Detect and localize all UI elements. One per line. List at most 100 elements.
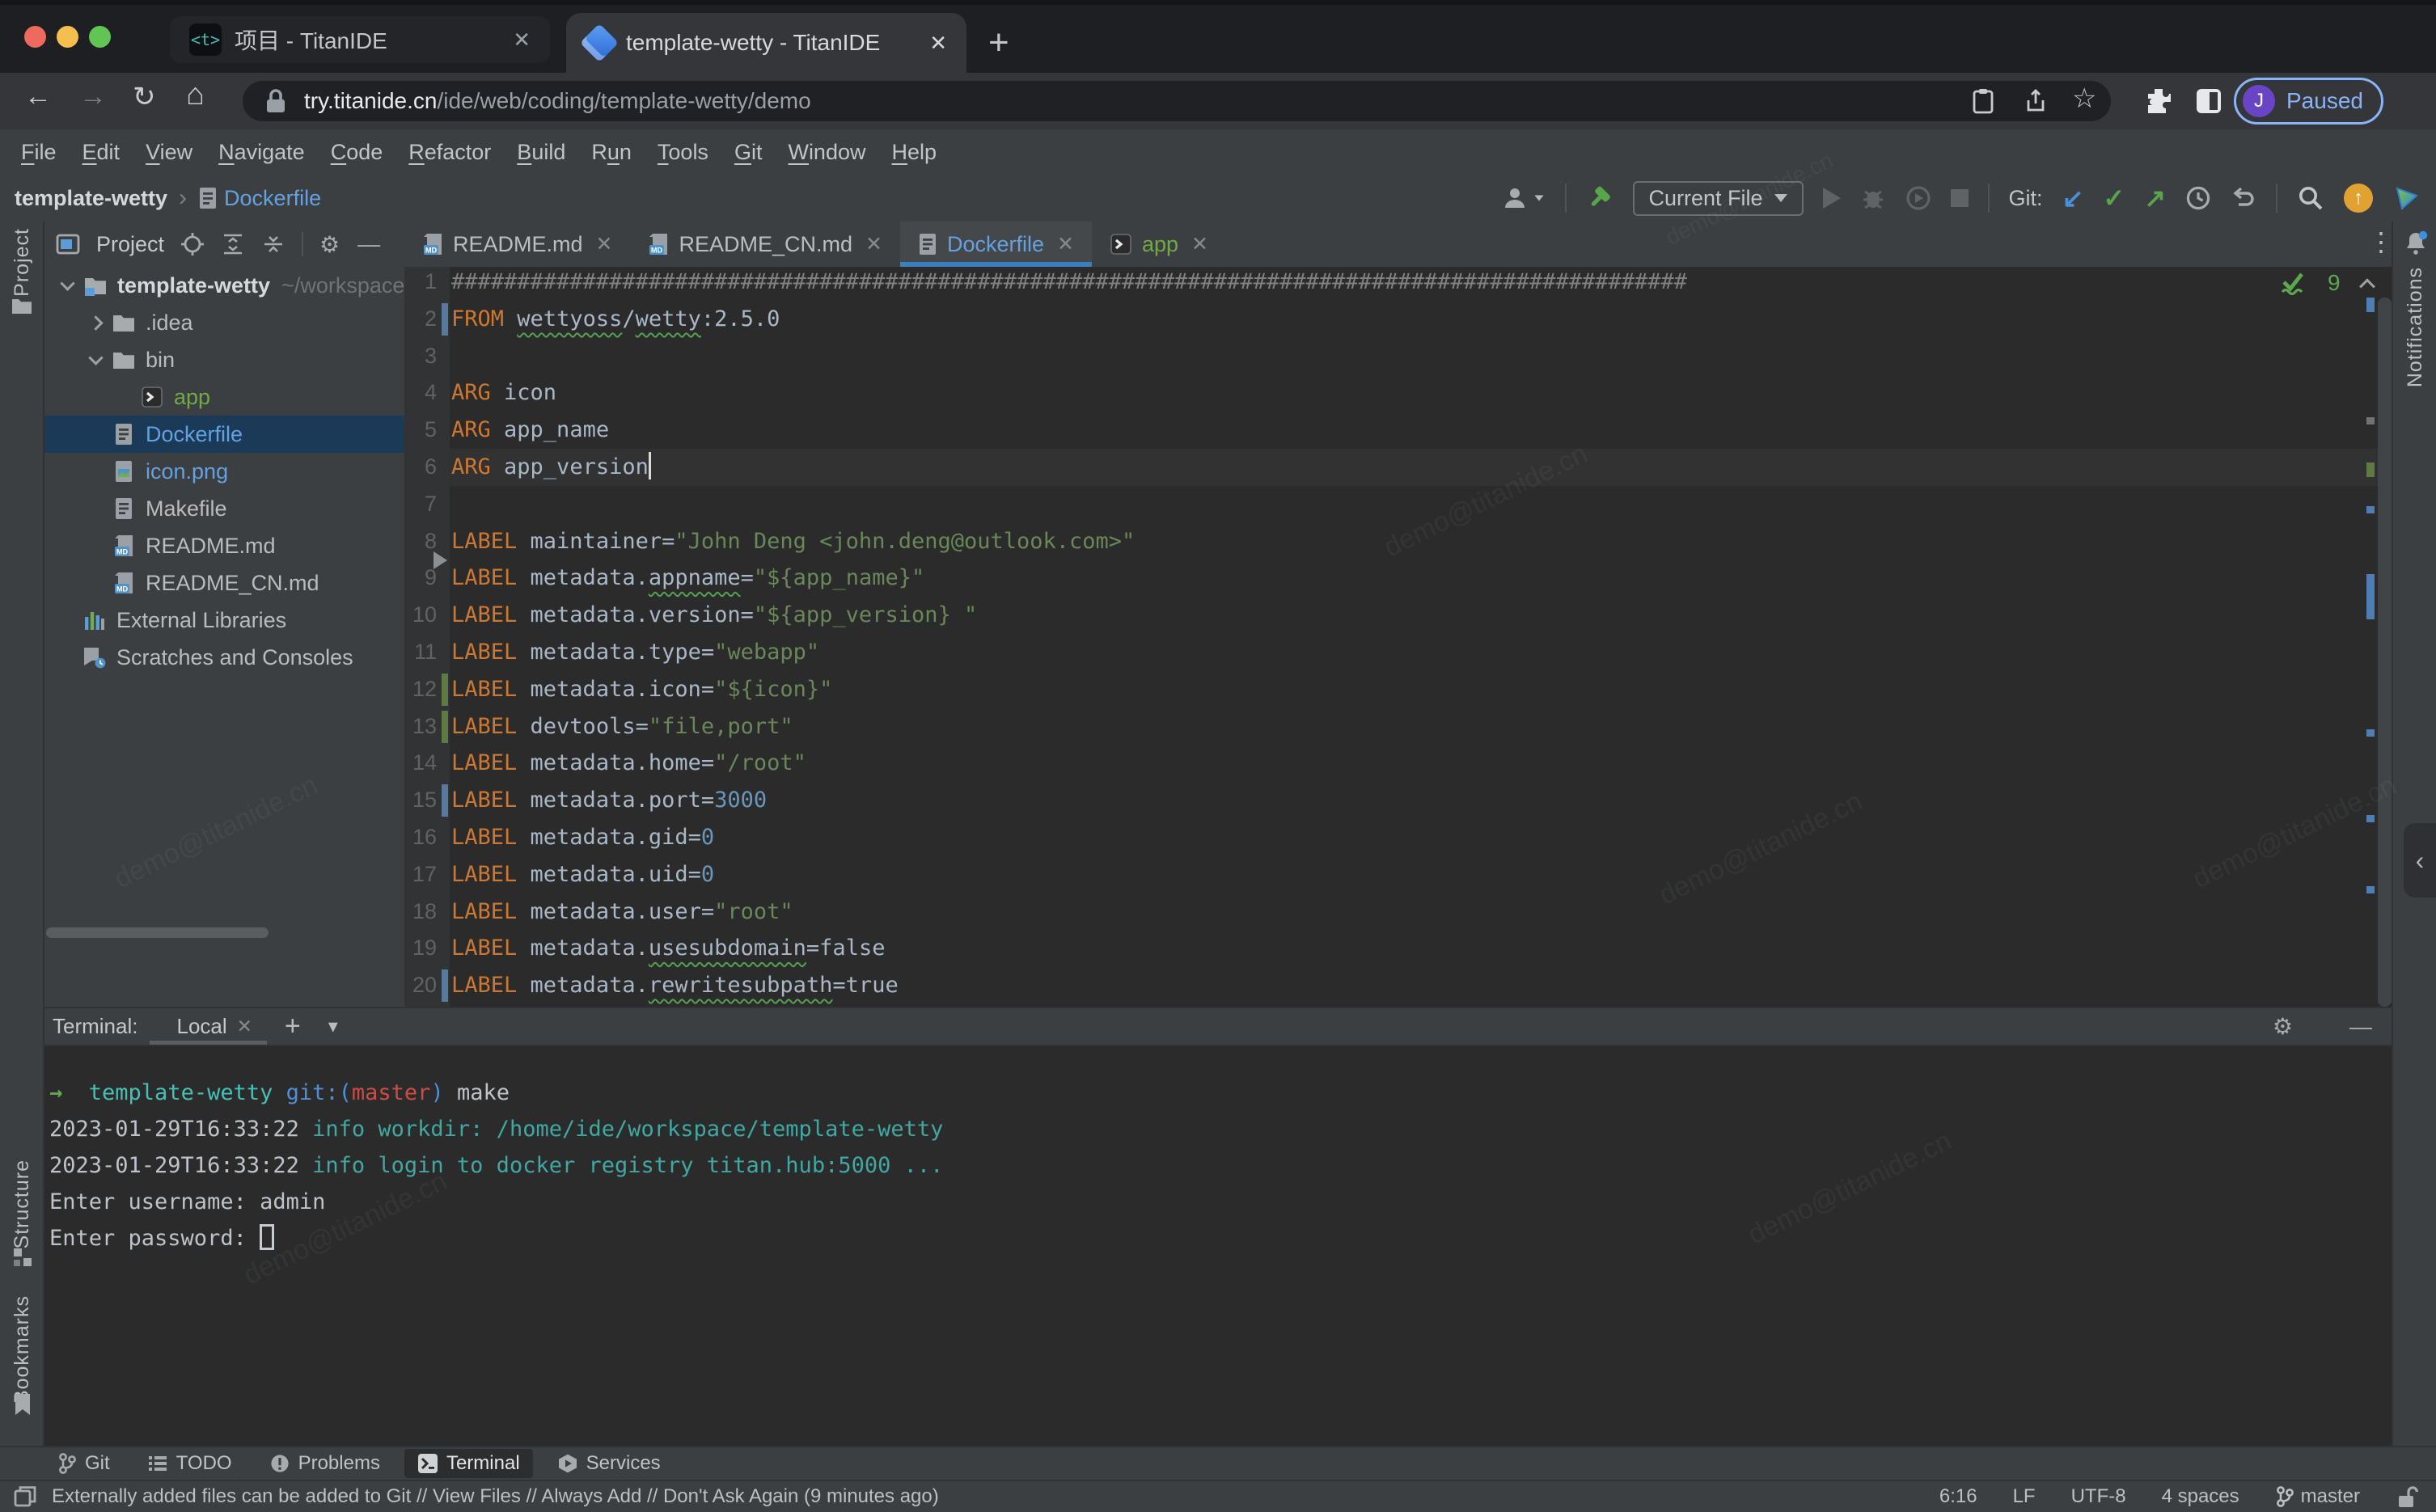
run-coverage-icon[interactable] [1905, 185, 1931, 211]
home-icon[interactable]: ⌂ [186, 78, 205, 112]
tree-item-readme-cn-md[interactable]: MDREADME_CN.md [44, 564, 404, 602]
browser-tab-project[interactable]: <t> 项目 - TitanIDE ✕ [170, 16, 550, 63]
menu-help[interactable]: Help [878, 140, 949, 165]
run-configuration-select[interactable]: Current File [1633, 181, 1804, 216]
minimize-window-button[interactable] [57, 26, 78, 48]
error-stripe-mark[interactable] [2366, 729, 2375, 737]
expand-all-icon[interactable] [221, 232, 245, 256]
code-editor[interactable]: 123456789101112131415161718192021 ######… [404, 267, 2392, 1007]
menu-window[interactable]: Window [775, 140, 878, 165]
address-bar[interactable]: try.titanide.cn/ide/web/coding/template-… [243, 81, 2111, 121]
close-tab-icon[interactable]: ✕ [929, 31, 947, 56]
tool-button-terminal[interactable]: Terminal [404, 1449, 533, 1478]
close-tab-icon[interactable]: ✕ [1191, 232, 1208, 256]
minimize-terminal-icon[interactable]: — [2349, 1014, 2372, 1040]
menu-code[interactable]: Code [318, 140, 396, 165]
close-tab-icon[interactable]: ✕ [513, 27, 531, 53]
editor-tab-app[interactable]: app✕ [1092, 222, 1226, 267]
editor-tabs-kebab-icon[interactable]: ⋮ [2368, 226, 2394, 257]
chevron-right-icon[interactable] [88, 315, 103, 330]
git-commit-icon[interactable]: ✓ [2103, 183, 2125, 213]
editor-scrollbar[interactable] [2378, 298, 2392, 1007]
error-stripe-mark[interactable] [2366, 462, 2375, 477]
unlock-icon[interactable] [2396, 1485, 2418, 1509]
close-tab-icon[interactable]: ✕ [865, 232, 882, 256]
terminal-tab-local[interactable]: Local [176, 1014, 226, 1039]
debug-bug-icon[interactable] [1860, 185, 1886, 211]
menu-build[interactable]: Build [504, 140, 578, 165]
error-stripe-mark[interactable] [2366, 886, 2375, 893]
tool-tab-bookmarks[interactable]: Bookmarks [11, 1295, 34, 1404]
clipboard-icon[interactable] [1969, 87, 1997, 115]
breadcrumb-project[interactable]: template-wetty [15, 186, 167, 211]
tool-button-todo[interactable]: TODO [134, 1449, 245, 1478]
tree-item-readme-md[interactable]: MDREADME.md [44, 527, 404, 564]
encoding[interactable]: UTF-8 [2071, 1485, 2126, 1508]
stop-icon[interactable] [1951, 189, 1969, 207]
search-everywhere-icon[interactable] [2297, 184, 2324, 212]
titanide-logo-icon[interactable] [2392, 184, 2421, 213]
hide-panel-icon[interactable]: — [357, 231, 380, 257]
close-tab-icon[interactable]: ✕ [596, 232, 613, 256]
tool-button-services[interactable]: Services [544, 1449, 674, 1478]
status-message[interactable]: Externally added files can be added to G… [52, 1485, 939, 1508]
error-stripe-mark[interactable] [2366, 815, 2375, 822]
gutter-run-triangle-icon[interactable] [433, 551, 447, 569]
tool-button-problems[interactable]: Problems [256, 1449, 393, 1478]
chevron-down-icon[interactable] [88, 350, 103, 365]
panel-settings-gear-icon[interactable]: ⚙ [319, 231, 340, 258]
tree-item--idea[interactable]: .idea [44, 304, 404, 341]
menu-tools[interactable]: Tools [645, 140, 721, 165]
collapse-panel-expander[interactable]: ‹ [2404, 823, 2436, 897]
git-update-icon[interactable]: ↙ [2062, 183, 2084, 213]
maximize-window-button[interactable] [89, 26, 111, 48]
tree-item-icon-png[interactable]: icon.png [44, 453, 404, 490]
chevron-down-icon[interactable] [60, 276, 74, 290]
tree-item-scratches-and-consoles[interactable]: Scratches and Consoles [44, 639, 404, 676]
new-terminal-session-icon[interactable]: + [285, 1011, 301, 1042]
back-icon[interactable]: ← [24, 81, 52, 112]
tree-item-template-wetty[interactable]: template-wetty~/workspace [44, 267, 404, 304]
git-push-icon[interactable]: ↗ [2144, 183, 2166, 213]
inspections-widget[interactable]: 9 [2279, 270, 2392, 296]
project-tree[interactable]: template-wetty~/workspace.ideabinappDock… [44, 267, 404, 962]
extensions-puzzle-icon[interactable] [2143, 86, 2174, 116]
browser-profile-chip[interactable]: J Paused [2234, 78, 2383, 125]
git-branch-widget[interactable]: master [2275, 1485, 2360, 1508]
editor-tab-readme-md[interactable]: MDREADME.md✕ [404, 222, 630, 267]
close-tab-icon[interactable]: ✕ [1057, 232, 1074, 256]
close-terminal-tab-icon[interactable]: ✕ [237, 1016, 252, 1037]
tree-item-external-libraries[interactable]: External Libraries [44, 602, 404, 639]
bookmark-star-icon[interactable]: ☆ [2072, 82, 2096, 115]
editor-tab-dockerfile[interactable]: Dockerfile✕ [900, 222, 1092, 267]
side-panel-icon[interactable] [2193, 86, 2224, 116]
editor-tab-readme-cn-md[interactable]: MDREADME_CN.md✕ [630, 222, 900, 267]
build-hammer-icon[interactable] [1586, 184, 1613, 212]
close-window-button[interactable] [24, 26, 46, 48]
history-clock-icon[interactable] [2185, 185, 2211, 211]
error-stripe-mark[interactable] [2366, 574, 2375, 619]
menu-run[interactable]: Run [578, 140, 645, 165]
browser-tab-template-wetty[interactable]: template-wetty - TitanIDE ✕ [566, 13, 966, 73]
tree-item-app[interactable]: app [44, 378, 404, 416]
error-stripe-mark[interactable] [2366, 506, 2375, 513]
tree-item-dockerfile[interactable]: Dockerfile [44, 416, 404, 453]
menu-view[interactable]: View [133, 140, 205, 165]
menu-file[interactable]: File [8, 140, 70, 165]
menu-edit[interactable]: Edit [70, 140, 133, 165]
reload-icon[interactable]: ↻ [133, 81, 156, 113]
tool-tab-notifications[interactable]: Notifications [2404, 267, 2427, 387]
tree-item-makefile[interactable]: Makefile [44, 490, 404, 527]
breadcrumb-file[interactable]: Dockerfile [198, 186, 321, 211]
tree-horizontal-scrollbar[interactable] [46, 927, 269, 938]
forward-icon[interactable]: → [79, 81, 107, 112]
rollback-icon[interactable] [2231, 185, 2256, 211]
share-icon[interactable] [2022, 87, 2049, 115]
terminal-settings-gear-icon[interactable]: ⚙ [2273, 1013, 2293, 1040]
line-ending[interactable]: LF [2013, 1485, 2036, 1508]
tool-tab-project[interactable]: Project [11, 228, 34, 297]
tool-button-git[interactable]: Git [44, 1449, 123, 1478]
profile-user-icon[interactable] [1502, 185, 1546, 211]
caret-position[interactable]: 6:16 [1939, 1485, 1977, 1508]
tool-windows-icon[interactable] [13, 1485, 37, 1509]
